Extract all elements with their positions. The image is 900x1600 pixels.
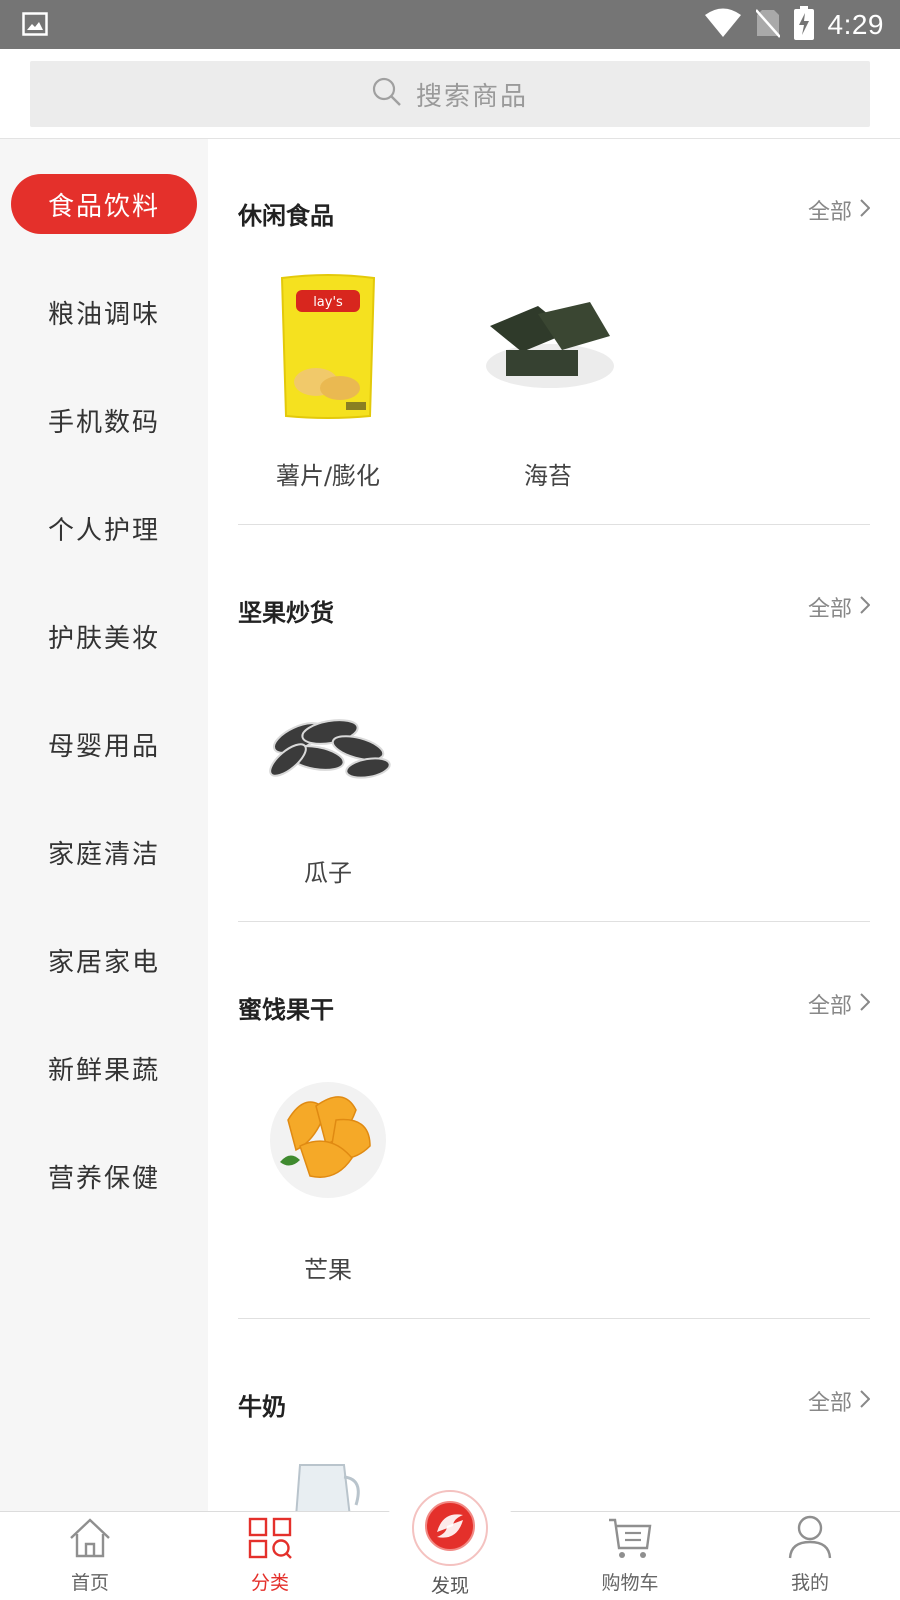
seaweed-image: [458, 266, 638, 426]
section-divider: [238, 921, 870, 922]
product-name: 芒果: [304, 1256, 352, 1284]
discover-icon: [423, 1499, 477, 1557]
view-all-label: 全部: [807, 1391, 852, 1416]
sunflower-seeds-image: [238, 663, 418, 823]
search-icon: [372, 77, 402, 111]
search-input[interactable]: 搜索商品: [30, 61, 870, 127]
dried-mango-image: [238, 1060, 418, 1220]
chevron-right-icon: [860, 992, 871, 1017]
status-bar: 4:29: [0, 0, 900, 49]
view-all-link[interactable]: 全部: [807, 1385, 871, 1417]
section-title: 休闲食品: [238, 202, 334, 230]
product-name: 薯片/膨化: [275, 462, 381, 490]
search-header: 搜索商品: [0, 49, 900, 139]
image-icon: [22, 12, 48, 40]
potato-chips-image: lay's: [238, 266, 418, 426]
nav-discover[interactable]: [412, 1490, 488, 1566]
search-placeholder: 搜索商品: [415, 81, 528, 112]
svg-text:lay's: lay's: [313, 295, 343, 310]
view-all-label: 全部: [807, 200, 852, 225]
product-item[interactable]: 瓜子: [238, 663, 418, 888]
clock-time: 4:29: [827, 8, 884, 40]
chevron-right-icon: [860, 198, 871, 223]
view-all-label: 全部: [807, 597, 852, 622]
section-divider: [238, 1318, 870, 1319]
product-item[interactable]: lay's 薯片/膨化: [238, 266, 418, 491]
nav-label: 发现: [430, 1575, 469, 1597]
wifi-icon: [704, 8, 742, 42]
sidebar-item-digital[interactable]: 手机数码: [11, 390, 197, 450]
product-item[interactable]: 芒果: [238, 1060, 418, 1285]
sidebar-item-fresh-produce[interactable]: 新鲜果蔬: [11, 1038, 197, 1098]
nav-category[interactable]: 分类: [180, 1512, 360, 1600]
sidebar-item-personal-care[interactable]: 个人护理: [11, 498, 197, 558]
nav-label: 购物车: [601, 1572, 659, 1594]
battery-charging-icon: [793, 5, 814, 44]
view-all-link[interactable]: 全部: [807, 591, 871, 623]
chevron-right-icon: [860, 1389, 871, 1414]
app-root: 4:29 搜索商品 食品饮料 粮油调味 手机数码 个人护理 护肤美妆 母婴用品 …: [0, 0, 900, 1600]
nav-profile[interactable]: 我的: [720, 1512, 900, 1600]
category-icon: [247, 1516, 293, 1564]
chevron-right-icon: [860, 595, 871, 620]
section-title: 坚果炒货: [238, 599, 334, 627]
view-all-link[interactable]: 全部: [807, 194, 871, 226]
category-sidebar: 食品饮料 粮油调味 手机数码 个人护理 护肤美妆 母婴用品 家庭清洁 家居家电 …: [0, 139, 208, 1511]
sidebar-item-grain-oil[interactable]: 粮油调味: [11, 282, 197, 342]
product-name: 海苔: [524, 462, 572, 490]
cart-icon: [607, 1516, 653, 1564]
product-item[interactable]: 海苔: [458, 266, 638, 491]
category-content: 休闲食品 全部 lay's 薯片/膨化 海苔 坚果炒货 全部 瓜子 蜜饯果干 全…: [208, 139, 900, 1511]
sidebar-item-cleaning[interactable]: 家庭清洁: [11, 822, 197, 882]
no-sim-icon: [754, 8, 781, 42]
section-title: 牛奶: [238, 1393, 286, 1421]
nav-home[interactable]: 首页: [0, 1512, 180, 1600]
sidebar-item-food-drinks[interactable]: 食品饮料: [11, 174, 197, 234]
milk-jug-image: [288, 1457, 368, 1511]
nav-label: 分类: [250, 1572, 289, 1594]
nav-cart[interactable]: 购物车: [540, 1512, 720, 1600]
home-icon: [67, 1516, 113, 1564]
section-title: 蜜饯果干: [238, 996, 334, 1024]
user-icon: [787, 1514, 833, 1564]
view-all-link[interactable]: 全部: [807, 988, 871, 1020]
sidebar-item-skincare[interactable]: 护肤美妆: [11, 606, 197, 666]
view-all-label: 全部: [807, 994, 852, 1019]
sidebar-item-baby[interactable]: 母婴用品: [11, 714, 197, 774]
nav-label: 我的: [790, 1572, 829, 1594]
product-name: 瓜子: [304, 859, 352, 887]
sidebar-item-home-appliance[interactable]: 家居家电: [11, 930, 197, 990]
section-divider: [238, 524, 870, 525]
sidebar-item-nutrition[interactable]: 营养保健: [11, 1146, 197, 1206]
nav-label: 首页: [70, 1572, 109, 1594]
